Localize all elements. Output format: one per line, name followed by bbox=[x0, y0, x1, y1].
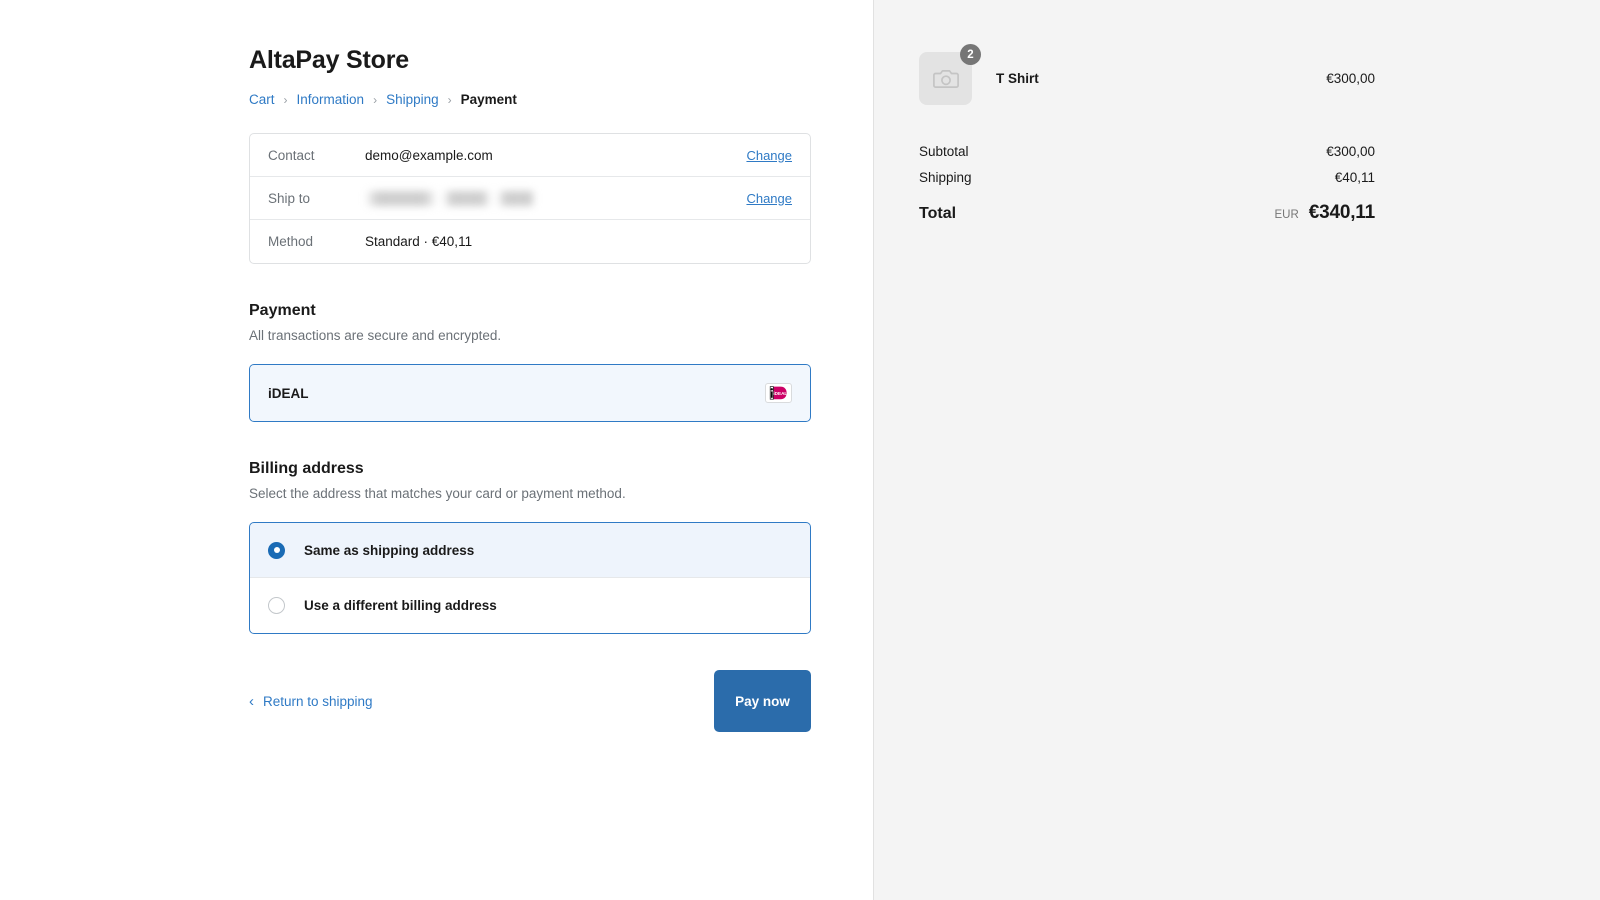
payment-method-ideal[interactable]: iDEAL iDEAL bbox=[250, 365, 810, 421]
change-contact-link[interactable]: Change bbox=[746, 148, 792, 163]
order-review-card: Contact demo@example.com Change Ship to … bbox=[249, 133, 811, 264]
change-shipping-address-link[interactable]: Change bbox=[746, 191, 792, 206]
shipping-value: €40,11 bbox=[1334, 170, 1375, 185]
review-label-ship-to: Ship to bbox=[268, 190, 311, 206]
billing-option-different-address[interactable]: Use a different billing address bbox=[250, 578, 810, 633]
payment-heading: Payment bbox=[249, 302, 316, 319]
billing-option-same-label: Same as shipping address bbox=[304, 542, 475, 558]
line-item-price: €300,00 bbox=[1326, 71, 1375, 86]
total-row-shipping: Shipping €40,11 bbox=[919, 170, 1375, 185]
billing-option-different-label: Use a different billing address bbox=[304, 598, 497, 613]
order-totals: Subtotal €300,00 Shipping €40,11 Total E… bbox=[919, 144, 1375, 224]
checkout-main-column: AltaPay Store Cart › Information › Shipp… bbox=[0, 0, 874, 900]
return-to-shipping-label: Return to shipping bbox=[263, 693, 373, 709]
payment-subtext: All transactions are secure and encrypte… bbox=[249, 328, 502, 343]
breadcrumb-item-information[interactable]: Information bbox=[297, 92, 365, 107]
payment-method-group: iDEAL iDEAL bbox=[249, 364, 811, 422]
chevron-right-icon: › bbox=[283, 92, 288, 107]
review-row-ship-to: Ship to Change bbox=[250, 177, 810, 220]
chevron-left-icon: ‹ bbox=[249, 692, 254, 710]
breadcrumb: Cart › Information › Shipping › Payment bbox=[249, 92, 811, 107]
breadcrumb-item-payment: Payment bbox=[460, 92, 517, 107]
page-title: AltaPay Store bbox=[249, 46, 409, 74]
review-row-contact: Contact demo@example.com Change bbox=[250, 134, 810, 177]
total-row-subtotal: Subtotal €300,00 bbox=[919, 144, 1375, 159]
currency-code: EUR bbox=[1274, 209, 1299, 221]
svg-text:iDEAL: iDEAL bbox=[773, 391, 787, 396]
billing-heading: Billing address bbox=[249, 460, 364, 477]
chevron-right-icon: › bbox=[373, 92, 378, 107]
review-label-method: Method bbox=[268, 234, 314, 249]
line-item-name: T Shirt bbox=[996, 71, 1039, 86]
review-row-method: Method Standard · €40,11 bbox=[250, 220, 810, 263]
checkout-page: AltaPay Store Cart › Information › Shipp… bbox=[0, 0, 1600, 900]
line-item: 2 T Shirt €300,00 bbox=[919, 44, 1375, 105]
review-value-contact: demo@example.com bbox=[365, 147, 493, 163]
line-item-thumbnail-wrap: 2 bbox=[919, 44, 981, 105]
return-to-shipping-link[interactable]: ‹ Return to shipping bbox=[249, 694, 373, 709]
checkout-actions: ‹ Return to shipping Pay now bbox=[249, 670, 811, 732]
payment-method-ideal-label: iDEAL bbox=[268, 385, 309, 401]
quantity-badge: 2 bbox=[960, 44, 981, 65]
subtotal-label: Subtotal bbox=[919, 144, 969, 159]
grand-total-label: Total bbox=[919, 205, 957, 222]
pay-now-button[interactable]: Pay now bbox=[714, 670, 811, 732]
total-row-grand-total: Total EUR €340,11 bbox=[919, 202, 1375, 224]
billing-option-same-as-shipping[interactable]: Same as shipping address bbox=[250, 523, 810, 578]
billing-subtext: Select the address that matches your car… bbox=[249, 486, 626, 501]
shipping-label: Shipping bbox=[919, 170, 972, 185]
billing-address-group: Same as shipping address Use a different… bbox=[249, 522, 811, 634]
breadcrumb-item-shipping[interactable]: Shipping bbox=[386, 92, 439, 107]
review-label-contact: Contact bbox=[268, 147, 315, 163]
grand-total-value: €340,11 bbox=[1308, 202, 1375, 223]
review-value-ship-to bbox=[365, 190, 746, 206]
radio-selected-icon[interactable] bbox=[268, 541, 285, 559]
subtotal-value: €300,00 bbox=[1326, 144, 1375, 159]
redacted-address bbox=[365, 190, 533, 206]
chevron-right-icon: › bbox=[447, 92, 452, 107]
review-value-method: Standard · €40,11 bbox=[365, 234, 473, 249]
ideal-logo-icon: iDEAL bbox=[765, 383, 792, 403]
grand-total-amount-group: EUR €340,11 bbox=[1274, 202, 1375, 224]
breadcrumb-item-cart[interactable]: Cart bbox=[249, 92, 275, 107]
radio-unselected-icon[interactable] bbox=[268, 597, 285, 614]
order-summary-column: 2 T Shirt €300,00 Subtotal €300,00 Shipp… bbox=[874, 0, 1600, 900]
